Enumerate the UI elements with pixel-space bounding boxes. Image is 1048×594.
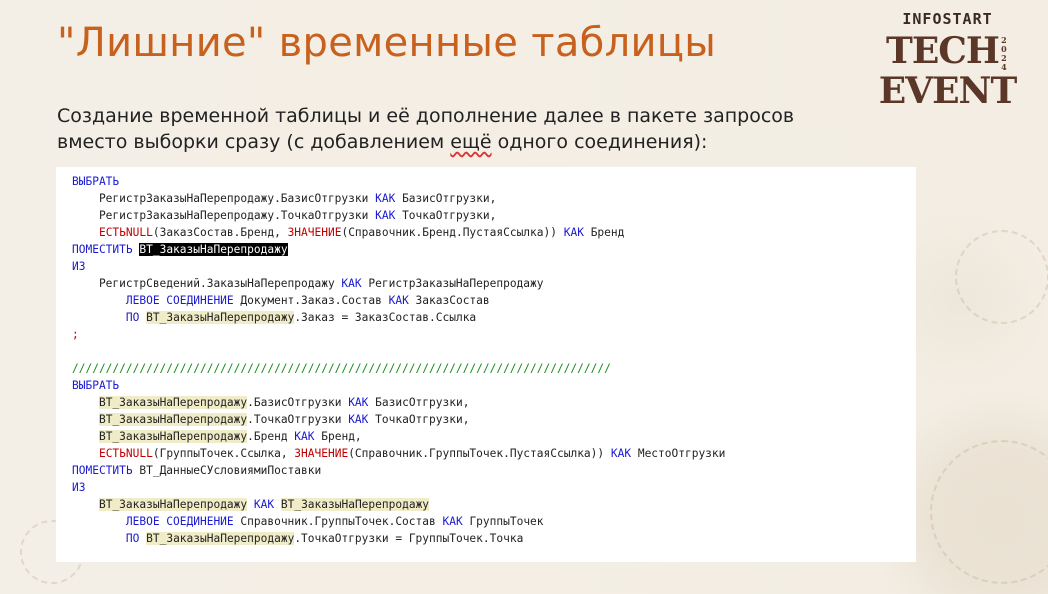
code-keyword: ЛЕВОЕ СОЕДИНЕНИЕ — [125, 515, 234, 528]
code-text: (Справочник.ГруппыТочек.ПустаяСсылка)) — [348, 447, 611, 460]
code-keyword: ПОМЕСТИТЬ — [72, 464, 133, 477]
highlighted-identifier: ВТ_ЗаказыНаПерепродажу — [146, 311, 295, 324]
code-text: РегистрЗаказыНаПерепродажу.ТочкаОтгрузки — [72, 209, 376, 222]
code-panel: ВЫБРАТЬ РегистрЗаказыНаПерепродажу.Базис… — [56, 167, 916, 562]
spellcheck-word: ещё — [450, 131, 492, 153]
code-keyword: КАК — [563, 226, 584, 239]
code-keyword: КАК — [253, 498, 275, 511]
subtitle-line-1: Создание временной таблицы и её дополнен… — [57, 105, 795, 127]
code-text: ГруппыТочек — [462, 515, 544, 528]
code-function: ЗНАЧЕНИЕ — [294, 447, 349, 460]
code-text: .Заказ = ЗаказСостав.Ссылка — [294, 311, 477, 324]
code-keyword: ПОМЕСТИТЬ — [72, 243, 133, 256]
code-text: (Справочник.Бренд.ПустаяСсылка)) — [341, 226, 564, 239]
slide-title: "Лишние" временные таблицы — [57, 20, 717, 66]
code-semicolon: ; — [72, 328, 79, 341]
code-text: .ТочкаОтгрузки = ГруппыТочек.Точка — [294, 532, 524, 545]
code-text: БазисОтгрузки, — [368, 396, 470, 409]
code-keyword: КАК — [388, 294, 409, 307]
code-text: (ЗаказСостав.Бренд, — [152, 226, 288, 239]
code-text: БазисОтгрузки, — [395, 192, 497, 205]
code-keyword: КАК — [442, 515, 463, 528]
logo-year: 2024 — [1001, 35, 1007, 72]
code-comment: ////////////////////////////////////////… — [72, 362, 611, 375]
highlighted-identifier: ВТ_ЗаказыНаПерепродажу — [98, 430, 248, 443]
code-keyword: ВЫБРАТЬ — [72, 379, 120, 392]
highlighted-identifier: ВТ_ЗаказыНаПерепродажу — [98, 498, 248, 511]
code-text: РегистрСведений.ЗаказыНаПерепродажу — [72, 277, 342, 290]
code-text: ЗаказСостав — [408, 294, 490, 307]
code-function: ЕСТЬNULL — [98, 226, 153, 239]
code-function: ЕСТЬNULL — [98, 447, 153, 460]
code-keyword: КАК — [348, 396, 369, 409]
code-keyword: КАК — [348, 413, 369, 426]
highlighted-identifier: ВТ_ЗаказыНаПерепродажу — [280, 498, 430, 511]
code-keyword: КАК — [294, 430, 315, 443]
code-text: (ГруппыТочек.Ссылка, — [152, 447, 295, 460]
code-text: РегистрЗаказыНаПерепродажу.БазисОтгрузки — [72, 192, 376, 205]
code-keyword: КАК — [610, 447, 632, 460]
code-keyword: ВЫБРАТЬ — [72, 175, 120, 188]
code-keyword: ПО — [125, 311, 140, 324]
code-text: Бренд, — [314, 430, 362, 443]
infostart-tech-event-logo: INFOSTART TECH 2024EVENT — [870, 10, 1025, 110]
code-text: .ТочкаОтгрузки — [247, 413, 349, 426]
code-text: Справочник.ГруппыТочек.Состав — [233, 515, 443, 528]
code-text: Бренд — [583, 226, 625, 239]
highlighted-identifier: ВТ_ЗаказыНаПерепродажу — [146, 532, 295, 545]
subtitle-line-2c: одного соединения): — [491, 131, 708, 153]
logo-tech: TECH — [886, 30, 1000, 72]
code-keyword: ИЗ — [72, 260, 86, 273]
code-text: РегистрЗаказыНаПерепродажу — [361, 277, 544, 290]
code-text: .БазисОтгрузки — [247, 396, 349, 409]
code-keyword: ИЗ — [72, 481, 86, 494]
query-code: ВЫБРАТЬ РегистрЗаказыНаПерепродажу.Базис… — [72, 173, 725, 547]
code-keyword: КАК — [375, 192, 396, 205]
code-keyword: КАК — [375, 209, 396, 222]
highlighted-identifier: ВТ_ЗаказыНаПерепродажу — [98, 413, 248, 426]
selected-text[interactable]: ВТ_ЗаказыНаПерепродажу — [139, 243, 288, 256]
code-keyword: КАК — [341, 277, 362, 290]
code-text: Документ.Заказ.Состав — [233, 294, 389, 307]
code-text: ТочкаОтгрузки, — [368, 413, 470, 426]
code-keyword: ПО — [125, 532, 140, 545]
logo-bottom-text: TECH 2024EVENT — [870, 32, 1025, 110]
code-keyword: ЛЕВОЕ СОЕДИНЕНИЕ — [125, 294, 234, 307]
subtitle-line-2a: вместо выборки сразу (с добавлением — [57, 131, 451, 153]
code-text: ТочкаОтгрузки, — [395, 209, 497, 222]
slide-subtitle: Создание временной таблицы и её дополнен… — [57, 103, 877, 155]
code-text: МестоОтгрузки — [631, 447, 726, 460]
highlighted-identifier: ВТ_ЗаказыНаПерепродажу — [98, 396, 248, 409]
code-text: .Бренд — [247, 430, 295, 443]
logo-top-text: INFOSTART — [902, 10, 993, 28]
code-function: ЗНАЧЕНИЕ — [287, 226, 342, 239]
logo-event: EVENT — [878, 70, 1018, 112]
code-text: ВТ_ДанныеСУсловиямиПоставки — [132, 464, 322, 477]
gear-decoration — [955, 230, 1048, 324]
